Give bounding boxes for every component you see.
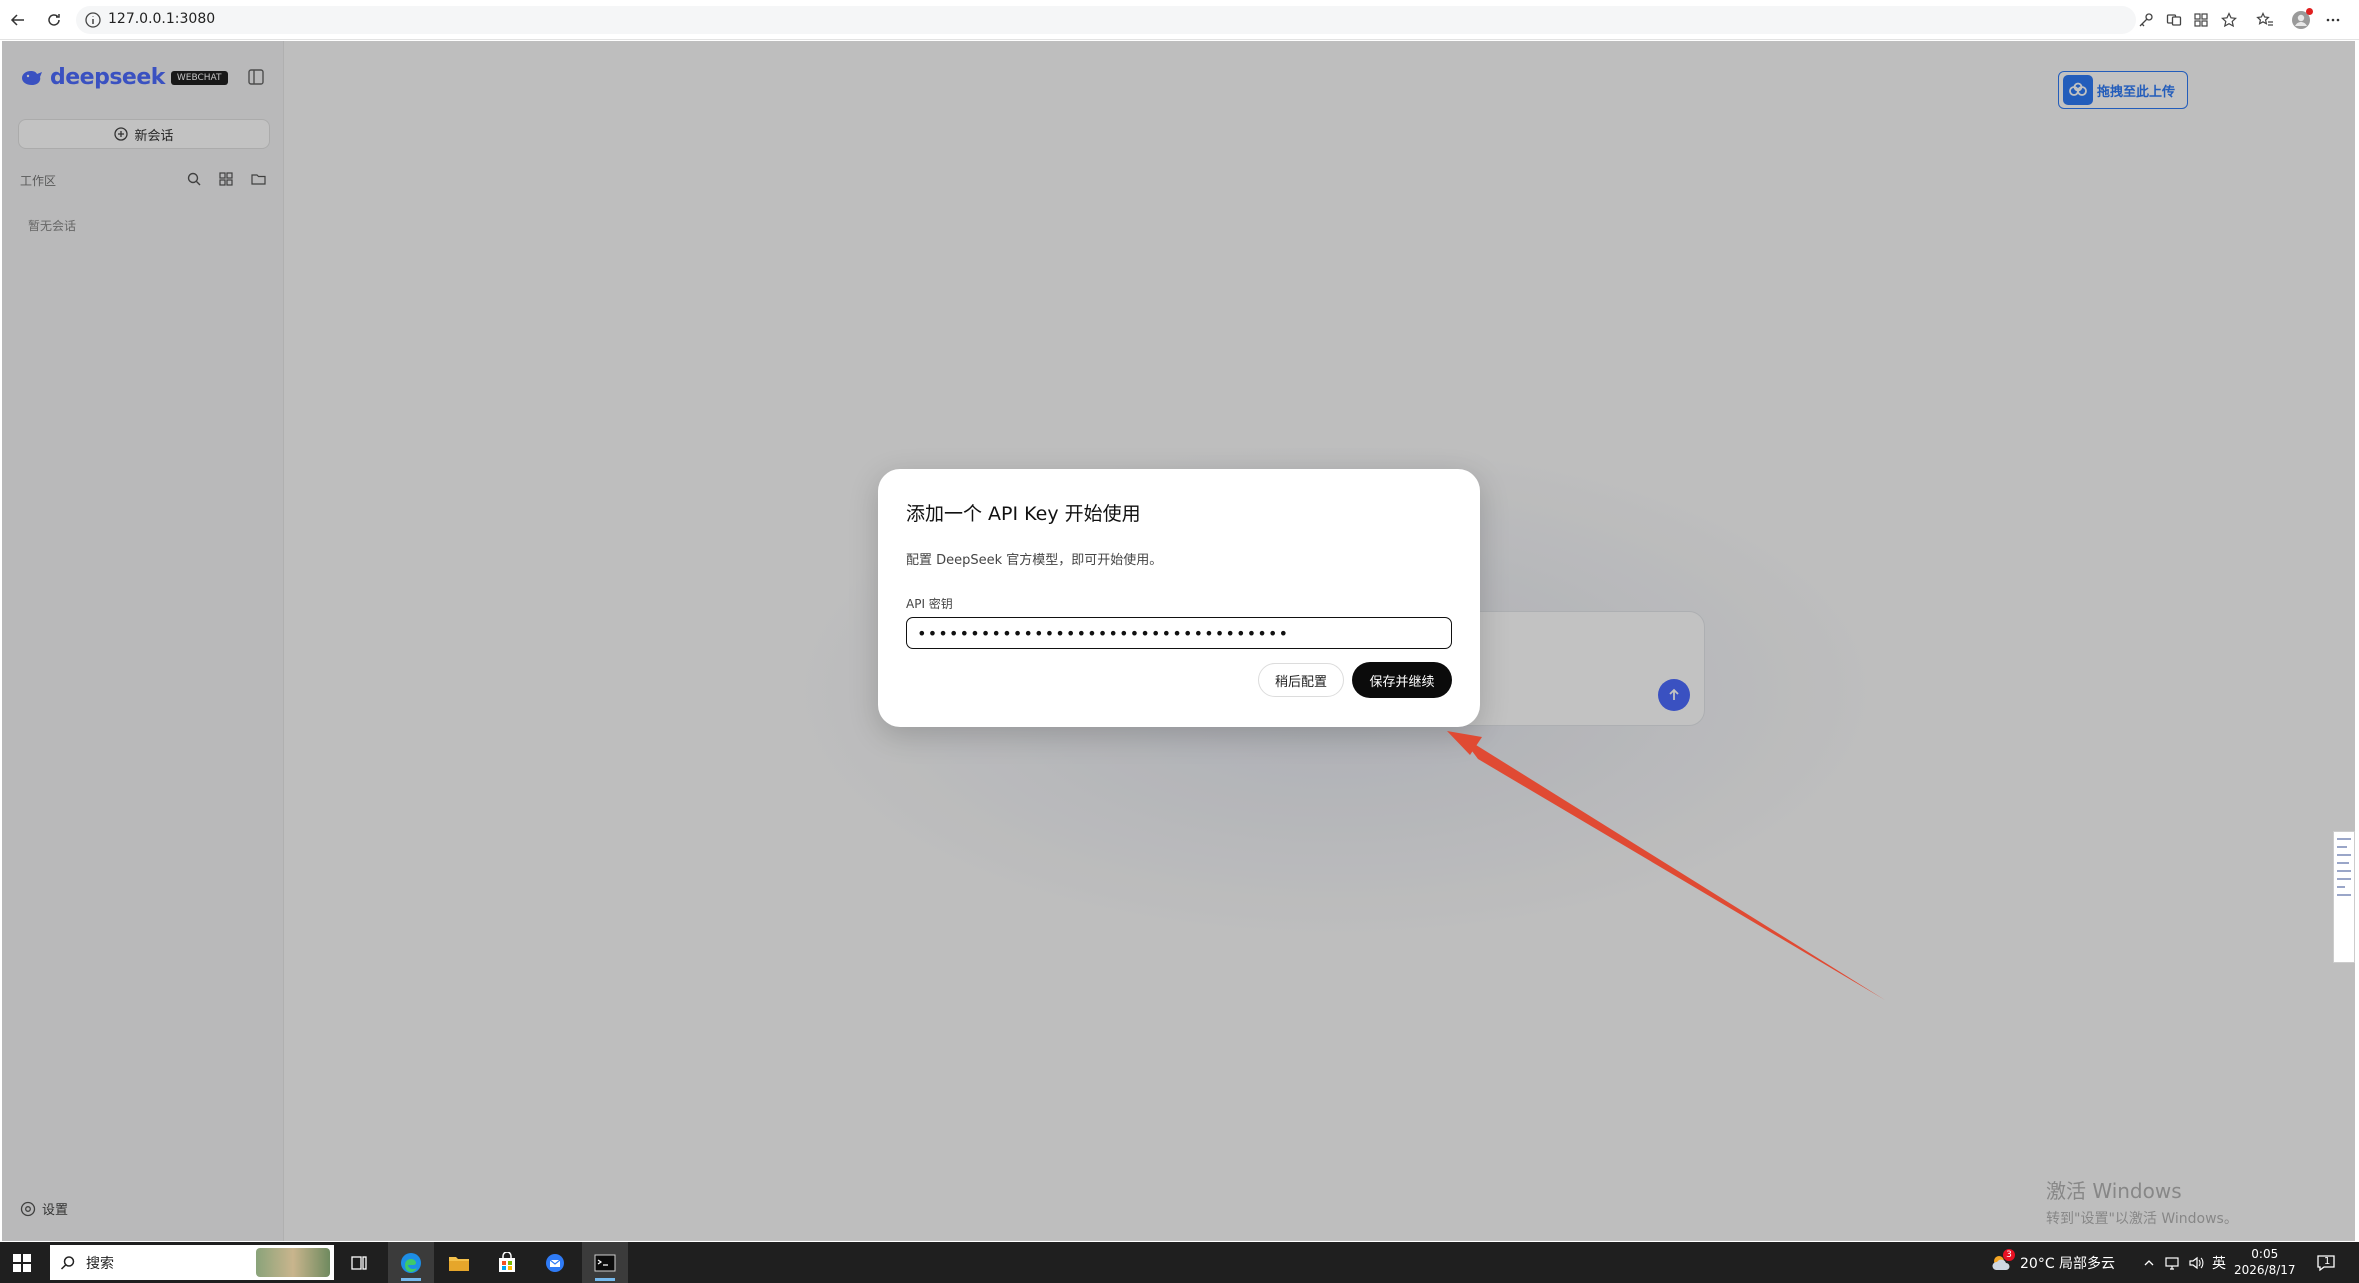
ime-indicator[interactable]: 英 <box>2212 1242 2226 1283</box>
ime-text: 英 <box>2212 1255 2226 1272</box>
info-icon <box>85 12 101 28</box>
page-thumbnail[interactable] <box>2333 831 2355 963</box>
system-clock[interactable]: 0:05 2026/8/17 <box>2234 1246 2296 1278</box>
back-arrow-icon <box>10 14 24 26</box>
back-button[interactable] <box>6 8 30 32</box>
activation-watermark: 激活 Windows 转到"设置"以激活 Windows。 <box>2046 1175 2238 1228</box>
clock-time: 0:05 <box>2251 1247 2279 1261</box>
search-highlight-image <box>256 1248 330 1277</box>
task-view-icon[interactable] <box>336 1242 382 1283</box>
reload-button[interactable] <box>42 8 66 32</box>
watermark-title: 激活 Windows <box>2046 1179 2182 1203</box>
taskbar-search[interactable]: 搜索 <box>50 1245 334 1280</box>
taskbar-search-text: 搜索 <box>86 1255 114 1272</box>
windows-start-icon[interactable] <box>12 1253 32 1273</box>
more-menu-button[interactable] <box>2322 9 2344 31</box>
notification-dot <box>2306 8 2313 15</box>
search-icon <box>60 1255 75 1270</box>
weather-widget[interactable]: 3 20°C 局部多云 <box>1990 1242 2115 1283</box>
weather-alert-badge: 3 <box>2003 1248 2015 1261</box>
weather-cloud-icon: 3 <box>1990 1248 2015 1274</box>
notification-center[interactable]: 1 <box>2316 1242 2335 1283</box>
network-icon[interactable] <box>2164 1242 2180 1283</box>
clock-date: 2026/8/17 <box>2234 1263 2296 1277</box>
key-icon[interactable] <box>2135 9 2157 31</box>
windows-taskbar: 搜索 3 20°C 局部多云 英 0:05 2026/8/17 1 <box>0 1242 2359 1283</box>
translate-icon[interactable] <box>2163 9 2185 31</box>
api-key-input[interactable] <box>906 617 1452 649</box>
apps-icon[interactable] <box>2190 9 2212 31</box>
profile-avatar[interactable] <box>2290 8 2313 31</box>
favorites-icon[interactable] <box>2254 9 2276 31</box>
edge-browser-icon[interactable] <box>388 1242 434 1283</box>
url-text: 127.0.0.1:3080 <box>108 11 216 27</box>
more-icon <box>2326 18 2340 22</box>
store-icon[interactable] <box>484 1242 530 1283</box>
favorite-star-icon[interactable] <box>2218 9 2240 31</box>
address-bar[interactable]: 127.0.0.1:3080 <box>76 6 2136 34</box>
weather-text: 20°C 局部多云 <box>2020 1255 2116 1272</box>
save-continue-button[interactable]: 保存并继续 <box>1352 662 1452 698</box>
tray-expand-icon[interactable] <box>2142 1242 2156 1283</box>
mail-app-icon[interactable] <box>532 1242 578 1283</box>
configure-later-button[interactable]: 稍后配置 <box>1258 663 1344 697</box>
browser-toolbar: 127.0.0.1:3080 <box>0 0 2359 40</box>
dialog-title: 添加一个 API Key 开始使用 <box>906 503 1141 525</box>
terminal-icon[interactable] <box>582 1242 628 1283</box>
watermark-subtitle: 转到"设置"以激活 Windows。 <box>2046 1211 2238 1227</box>
dialog-description: 配置 DeepSeek 官方模型，即可开始使用。 <box>906 553 1163 568</box>
volume-icon[interactable] <box>2188 1242 2204 1283</box>
file-explorer-icon[interactable] <box>436 1242 482 1283</box>
api-key-dialog: 添加一个 API Key 开始使用 配置 DeepSeek 官方模型，即可开始使… <box>878 469 1480 727</box>
api-key-label: API 密钥 <box>906 597 953 611</box>
notification-count: 1 <box>2324 1256 2331 1267</box>
reload-icon <box>48 14 60 26</box>
